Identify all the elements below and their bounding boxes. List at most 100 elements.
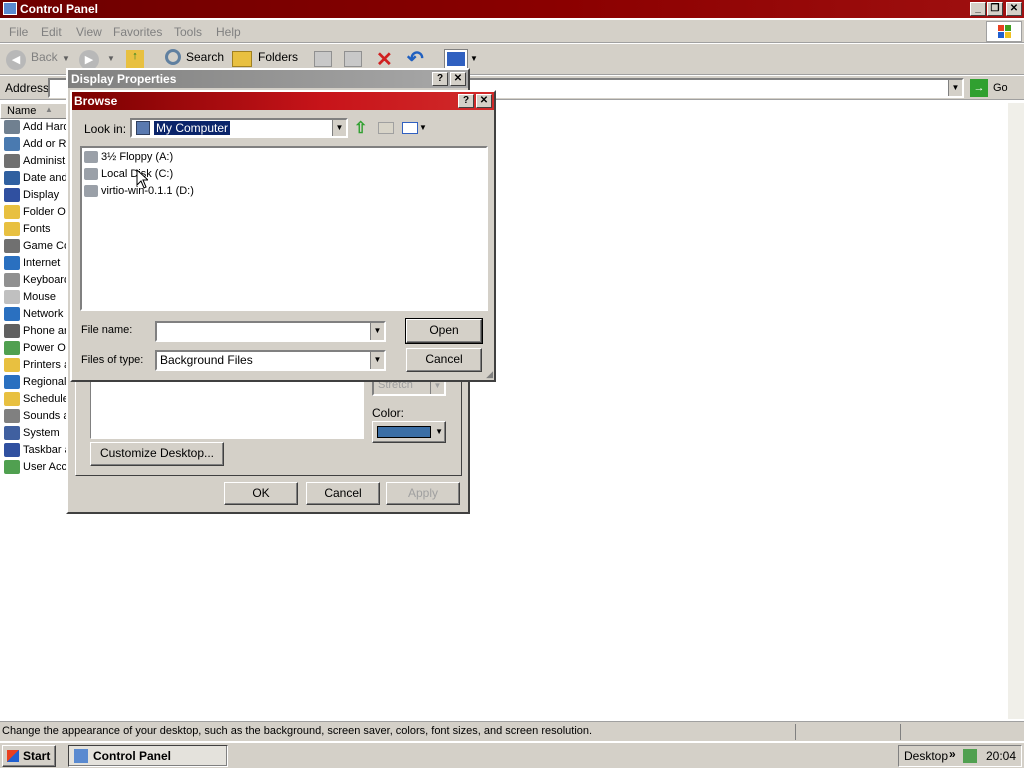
move-to-icon[interactable]: [314, 51, 332, 67]
go-button[interactable]: Go: [993, 82, 1008, 94]
name-column-label: Name: [7, 105, 37, 117]
ok-button[interactable]: OK: [224, 482, 298, 505]
power-icon: [4, 341, 20, 355]
customize-label: Customize Desktop...: [99, 446, 215, 460]
customize-desktop-button[interactable]: Customize Desktop...: [90, 442, 224, 466]
browse-dialog: Browse ? ✕ Look in: My Computer ▼ ⇧ ▼ 3½…: [70, 90, 496, 382]
back-button[interactable]: Back: [31, 50, 58, 64]
file-name-input[interactable]: ▼: [155, 321, 386, 342]
game-controller-icon: [4, 239, 20, 253]
system-tray: Desktop » 20:04: [898, 745, 1022, 767]
list-item-label: Mouse: [23, 290, 57, 303]
open-button[interactable]: Open: [405, 318, 483, 344]
network-tray-icon[interactable]: [963, 749, 977, 763]
control-panel-icon: [3, 2, 17, 15]
go-arrow-icon[interactable]: →: [970, 79, 988, 97]
up-one-level-icon[interactable]: ⇧: [354, 118, 367, 138]
menu-bar: File Edit View Favorites Tools Help: [0, 20, 1024, 43]
menu-help[interactable]: Help: [216, 25, 241, 39]
file-list-item[interactable]: Local Disk (C:): [84, 168, 173, 181]
cancel-button[interactable]: Cancel: [406, 348, 482, 372]
menu-file[interactable]: File: [9, 25, 28, 39]
list-item-label: Phone ar: [23, 324, 68, 337]
close-button[interactable]: ✕: [450, 72, 466, 86]
menu-view[interactable]: View: [76, 25, 102, 39]
apply-button[interactable]: Apply: [386, 482, 460, 505]
dialog-title: Display Properties: [71, 72, 177, 86]
cancel-button[interactable]: Cancel: [306, 482, 380, 505]
background-list[interactable]: [90, 379, 364, 439]
look-in-select[interactable]: My Computer ▼: [130, 118, 348, 138]
views-icon[interactable]: [444, 49, 468, 69]
network-icon: [4, 307, 20, 321]
forward-dropdown-icon[interactable]: ▼: [107, 54, 115, 63]
search-icon[interactable]: [165, 49, 181, 65]
list-item-label: Administ: [23, 154, 66, 167]
browse-title-bar[interactable]: Browse ? ✕: [72, 92, 494, 110]
menu-edit[interactable]: Edit: [41, 25, 62, 39]
windows-logo-icon: [7, 750, 19, 762]
file-list-item[interactable]: 3½ Floppy (A:): [84, 151, 173, 164]
vertical-scrollbar[interactable]: [1008, 103, 1024, 719]
new-folder-icon[interactable]: [378, 122, 394, 134]
copy-to-icon[interactable]: [344, 51, 362, 67]
files-of-type-dropdown-icon[interactable]: ▼: [370, 352, 384, 369]
look-in-value: My Computer: [154, 121, 231, 135]
list-item-label: System: [23, 426, 60, 439]
cancel-label: Cancel: [324, 486, 362, 500]
window-title-bar[interactable]: Control Panel _ ❐ ✕: [0, 0, 1024, 18]
clock-icon: [4, 171, 20, 185]
up-folder-icon[interactable]: ↑: [126, 50, 144, 68]
keyboard-icon: [4, 273, 20, 287]
apply-label: Apply: [407, 486, 439, 500]
view-menu-icon[interactable]: [402, 122, 418, 134]
system-icon: [4, 426, 20, 440]
list-item-label: Date and: [23, 171, 68, 184]
fonts-folder-icon: [4, 222, 20, 236]
file-name-dropdown-icon[interactable]: ▼: [370, 323, 384, 340]
list-item-label: Add or R: [23, 137, 67, 150]
add-hardware-icon: [4, 120, 20, 134]
files-of-type-value: Background Files: [160, 353, 253, 367]
close-button[interactable]: ✕: [476, 94, 492, 108]
list-item-label: Power Op: [23, 341, 72, 354]
menu-tools[interactable]: Tools: [174, 25, 202, 39]
help-button[interactable]: ?: [458, 94, 474, 108]
list-item-label: User Acc: [23, 460, 68, 473]
display-icon: [4, 188, 20, 202]
close-button[interactable]: ✕: [1006, 2, 1022, 16]
taskbar-icon: [4, 443, 20, 457]
clock[interactable]: 20:04: [986, 749, 1016, 763]
back-arrow-icon[interactable]: ◀: [6, 50, 26, 70]
forward-arrow-icon[interactable]: ▶: [79, 50, 99, 70]
resize-grip-icon[interactable]: ◢: [486, 369, 493, 380]
back-dropdown-icon[interactable]: ▼: [62, 54, 70, 63]
views-dropdown-icon[interactable]: ▼: [470, 54, 478, 63]
look-in-dropdown-icon[interactable]: ▼: [332, 120, 346, 136]
taskbar-control-panel-button[interactable]: Control Panel: [68, 745, 228, 767]
help-button[interactable]: ?: [432, 72, 448, 86]
files-of-type-select[interactable]: Background Files ▼: [155, 350, 386, 371]
folders-button[interactable]: Folders: [258, 50, 298, 64]
list-item-label: Internet: [23, 256, 61, 269]
open-label: Open: [429, 323, 459, 337]
desktop-toolbar-label[interactable]: Desktop: [904, 749, 948, 763]
display-properties-title-bar[interactable]: Display Properties ? ✕: [68, 70, 468, 88]
color-label: Color:: [372, 406, 405, 420]
folders-icon[interactable]: [232, 51, 252, 67]
color-picker-button[interactable]: ▼: [372, 421, 446, 443]
cd-drive-icon: [84, 185, 98, 198]
list-item-label: Sounds a: [23, 409, 70, 422]
files-of-type-label: Files of type:: [81, 354, 144, 366]
menu-favorites[interactable]: Favorites: [113, 25, 162, 39]
list-item-label: Display: [23, 188, 60, 201]
list-item-label: Fonts: [23, 222, 51, 235]
address-dropdown-icon[interactable]: ▼: [948, 80, 962, 96]
color-dropdown-icon: ▼: [435, 427, 443, 436]
chevron-right-icon[interactable]: »: [949, 747, 956, 761]
search-button[interactable]: Search: [186, 50, 224, 64]
minimize-button[interactable]: _: [970, 2, 986, 16]
view-menu-dropdown-icon[interactable]: ▼: [419, 123, 427, 132]
restore-button[interactable]: ❐: [987, 2, 1003, 16]
start-button[interactable]: Start: [2, 745, 56, 767]
